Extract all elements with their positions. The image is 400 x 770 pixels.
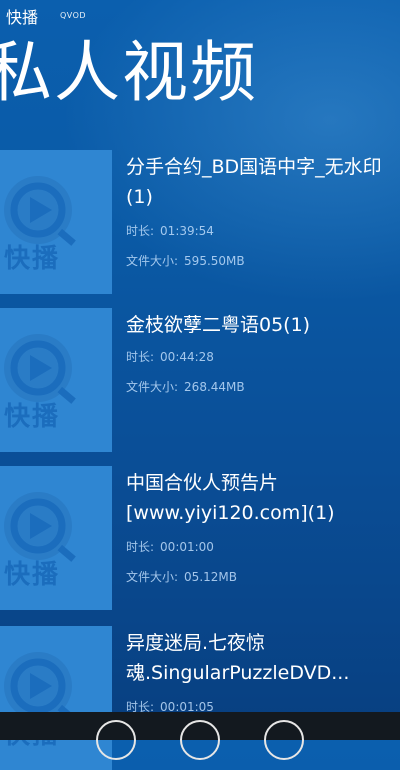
video-meta: 异度迷局.七夜惊魂.SingularPuzzleDVD... 时长: 00:01:… bbox=[126, 626, 396, 714]
appbar-button-2[interactable] bbox=[180, 720, 220, 760]
video-item[interactable]: 快播 中国合伙人预告片[www.yiyi120.com](1) 时长: 00:01… bbox=[0, 466, 400, 610]
video-thumbnail[interactable]: 快播 bbox=[0, 150, 112, 294]
size-value: 268.44MB bbox=[184, 380, 245, 394]
size-line: 文件大小: 595.50MB bbox=[126, 252, 245, 269]
video-item[interactable]: 快播 金枝欲孽二粤语05(1) 时长: 00:44:28 文件大小: 268.44M… bbox=[0, 308, 400, 452]
page-title: 私人视频 bbox=[0, 34, 258, 111]
video-meta: 金枝欲孽二粤语05(1) 时长: 00:44:28 文件大小: 268.44MB bbox=[126, 308, 396, 394]
video-title[interactable]: 异度迷局.七夜惊魂.SingularPuzzleDVD... bbox=[126, 628, 396, 688]
thumbnail-label: 快播 bbox=[4, 560, 61, 590]
size-label: 文件大小: bbox=[126, 254, 179, 268]
app-name: 快播 bbox=[6, 8, 39, 27]
video-meta: 分手合约_BD国语中字_无水印(1) 时长: 01:39:54 文件大小: 595.… bbox=[126, 150, 396, 268]
appbar-button-1[interactable] bbox=[96, 720, 136, 760]
duration-line: 时长: 00:44:28 bbox=[126, 348, 214, 365]
duration-value: 00:01:00 bbox=[160, 540, 214, 554]
thumbnail-label: 快播 bbox=[4, 244, 61, 274]
video-title[interactable]: 金枝欲孽二粤语05(1) bbox=[126, 310, 396, 340]
video-meta: 中国合伙人预告片[www.yiyi120.com](1) 时长: 00:01:00… bbox=[126, 466, 396, 584]
duration-label: 时长: bbox=[126, 224, 155, 238]
app-bar bbox=[0, 712, 400, 760]
size-label: 文件大小: bbox=[126, 570, 179, 584]
video-item[interactable]: 快播 分手合约_BD国语中字_无水印(1) 时长: 01:39:54 文件大小: 5… bbox=[0, 150, 400, 294]
duration-line: 时长: 01:39:54 bbox=[126, 222, 214, 239]
duration-label: 时长: bbox=[126, 540, 155, 554]
video-title[interactable]: 分手合约_BD国语中字_无水印(1) bbox=[126, 152, 396, 212]
app-subtitle: QVOD bbox=[60, 11, 87, 20]
size-label: 文件大小: bbox=[126, 380, 179, 394]
size-line: 文件大小: 268.44MB bbox=[126, 378, 245, 395]
app-header: 快播 QVOD bbox=[0, 0, 400, 30]
video-thumbnail[interactable]: 快播 bbox=[0, 626, 112, 770]
video-thumbnail[interactable]: 快播 bbox=[0, 466, 112, 610]
video-title[interactable]: 中国合伙人预告片[www.yiyi120.com](1) bbox=[126, 468, 396, 528]
size-value: 595.50MB bbox=[184, 254, 245, 268]
duration-value: 01:39:54 bbox=[160, 224, 214, 238]
duration-value: 00:44:28 bbox=[160, 350, 214, 364]
appbar-button-3[interactable] bbox=[264, 720, 304, 760]
thumbnail-label: 快播 bbox=[4, 402, 61, 432]
duration-label: 时长: bbox=[126, 350, 155, 364]
duration-line: 时长: 00:01:00 bbox=[126, 538, 214, 555]
video-thumbnail[interactable]: 快播 bbox=[0, 308, 112, 452]
size-value: 05.12MB bbox=[184, 570, 237, 584]
size-line: 文件大小: 05.12MB bbox=[126, 568, 237, 585]
